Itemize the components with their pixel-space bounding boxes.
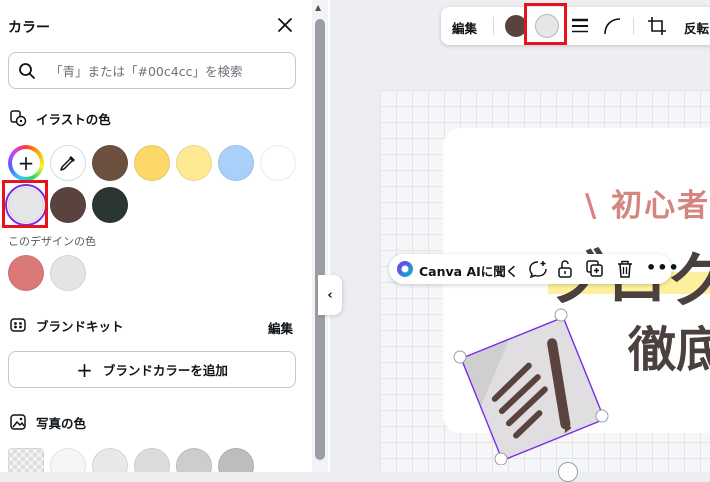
- photo-colors-title: 写真の色: [36, 415, 87, 431]
- illustration-color-swatch[interactable]: [260, 145, 296, 181]
- illustration-color-swatch[interactable]: [134, 145, 170, 181]
- highlight-box: [2, 180, 48, 228]
- illustration-palette-icon: [8, 108, 28, 128]
- add-brand-color-label: ブランドカラーを追加: [102, 363, 228, 378]
- design-colors-label: このデザインの色: [8, 235, 96, 248]
- trash-icon[interactable]: [616, 259, 634, 279]
- search-placeholder: 「青」または「#00c4cc」を検索: [50, 64, 243, 79]
- photo-color-swatch[interactable]: [218, 448, 254, 472]
- document-pencil-illustration[interactable]: [450, 305, 620, 465]
- scrollbar-thumb[interactable]: [315, 19, 325, 460]
- scroll-up-arrow-icon[interactable]: ▲: [315, 3, 321, 12]
- image-icon: [8, 412, 28, 432]
- design-color-swatch[interactable]: [8, 255, 44, 291]
- photo-color-swatch[interactable]: [50, 448, 86, 472]
- photo-color-swatch[interactable]: [176, 448, 212, 472]
- design-color-swatch[interactable]: [50, 255, 86, 291]
- duplicate-icon[interactable]: [585, 259, 605, 279]
- brand-kit-icon: [8, 315, 28, 335]
- chevron-left-icon: ‹: [327, 287, 333, 303]
- illustration-color-swatch[interactable]: [92, 145, 128, 181]
- toolbar-divider: [493, 17, 494, 35]
- illustration-colors-title: イラストの色: [36, 111, 111, 127]
- add-color-button[interactable]: +: [8, 145, 44, 181]
- color-search-input[interactable]: 「青」または「#00c4cc」を検索: [8, 52, 296, 89]
- illustration-color-swatch[interactable]: [50, 187, 86, 223]
- brand-kit-edit-link[interactable]: 編集: [268, 318, 293, 337]
- unlock-icon[interactable]: [556, 259, 574, 279]
- headline-small: \ 初心者で: [585, 188, 710, 224]
- rotate-handle[interactable]: [558, 462, 578, 482]
- canva-ai-icon: [397, 261, 413, 277]
- brand-kit-title: ブランドキット: [36, 318, 124, 334]
- border-style-icon[interactable]: [571, 17, 589, 35]
- panel-title: カラー: [8, 20, 50, 36]
- close-icon[interactable]: [274, 14, 296, 36]
- collapse-panel-button[interactable]: ‹: [318, 275, 342, 315]
- highlight-box: [524, 3, 567, 45]
- illustration-color-swatch[interactable]: [218, 145, 254, 181]
- photo-color-swatch[interactable]: [8, 448, 44, 472]
- headline-second: 徹底: [628, 322, 710, 378]
- crop-icon[interactable]: [647, 16, 667, 36]
- more-options-icon[interactable]: •••: [646, 258, 680, 277]
- comment-add-icon[interactable]: [528, 260, 548, 278]
- illustration-color-swatch[interactable]: [92, 187, 128, 223]
- plus-icon: +: [76, 357, 93, 382]
- flip-button[interactable]: 反転: [684, 18, 709, 37]
- color-panel: カラー 「青」または「#00c4cc」を検索 イラストの色 + このデザインの色…: [0, 0, 330, 472]
- ai-floating-bar: Canva AIに聞く •••: [389, 254, 679, 284]
- corner-rounding-icon[interactable]: [603, 17, 621, 35]
- element-toolbar: 編集 反転: [441, 7, 710, 45]
- photo-color-swatch[interactable]: [92, 448, 128, 472]
- add-brand-color-button[interactable]: + ブランドカラーを追加: [8, 351, 296, 388]
- photo-color-swatch[interactable]: [134, 448, 170, 472]
- eyedropper-button[interactable]: [50, 145, 86, 181]
- eyedropper-icon: [60, 156, 75, 171]
- illustration-colors-header: イラストの色: [8, 108, 111, 128]
- brand-kit-header: ブランドキット: [8, 315, 124, 335]
- edit-button[interactable]: 編集: [452, 18, 477, 37]
- illustration-color-swatch[interactable]: [176, 145, 212, 181]
- toolbar-divider: [633, 17, 634, 35]
- photo-colors-header: 写真の色: [8, 412, 86, 432]
- search-icon: [19, 62, 35, 79]
- ask-canva-ai-button[interactable]: Canva AIに聞く: [419, 261, 518, 280]
